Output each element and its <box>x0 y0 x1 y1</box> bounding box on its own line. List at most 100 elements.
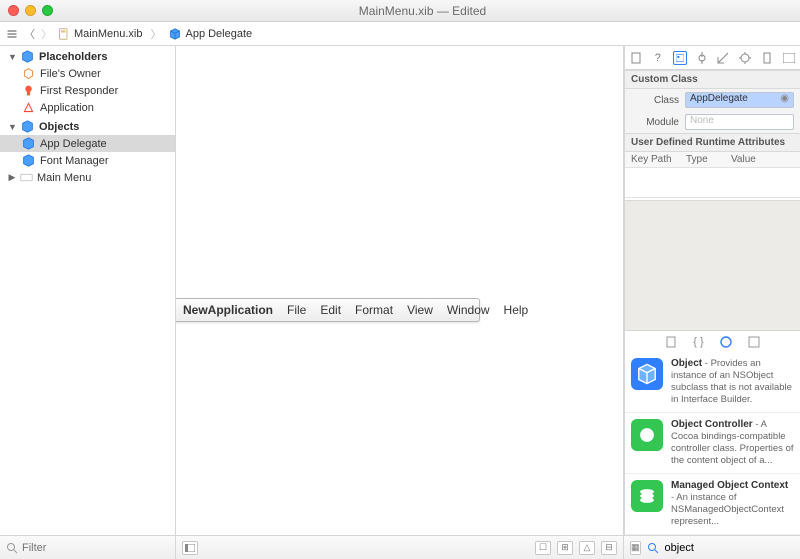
bindings-inspector-tab[interactable] <box>760 51 774 65</box>
col-value[interactable]: Value <box>731 154 756 165</box>
size-inspector-tab[interactable] <box>716 51 730 65</box>
outline-filter-input[interactable] <box>22 542 169 554</box>
class-label: Class <box>631 95 679 106</box>
identity-inspector-tab[interactable] <box>673 51 687 65</box>
cube-icon <box>21 50 34 63</box>
mock-menu-app[interactable]: NewApplication <box>183 303 273 317</box>
runtime-attrs-table[interactable] <box>625 168 800 198</box>
library-item-text: Managed Object Context - An instance of … <box>671 480 794 528</box>
attributes-inspector-tab[interactable] <box>695 51 709 65</box>
cube-icon <box>169 28 181 40</box>
application-icon <box>22 101 35 114</box>
context-stack-icon <box>631 480 663 512</box>
outline-item-app-delegate[interactable]: App Delegate <box>0 135 175 152</box>
outline-item-files-owner[interactable]: File's Owner <box>0 65 175 82</box>
resizing-tool-button[interactable]: ⊟ <box>601 541 617 555</box>
col-type[interactable]: Type <box>686 154 731 165</box>
outline-item-label: App Delegate <box>40 138 107 150</box>
library-item[interactable]: Object Controller - A Cocoa bindings-com… <box>625 413 800 474</box>
controller-icon <box>631 419 663 451</box>
module-label: Module <box>631 117 679 128</box>
effects-inspector-tab[interactable] <box>782 51 796 65</box>
outline-item-label: Main Menu <box>37 172 91 184</box>
mock-menu-item[interactable]: Edit <box>320 303 341 317</box>
quick-help-tab[interactable]: ? <box>651 51 665 65</box>
class-field[interactable]: AppDelegate◉ <box>685 92 794 108</box>
window-title: MainMenu.xib — Edited <box>53 4 792 18</box>
library-item[interactable]: Object - Provides an instance of an NSOb… <box>625 352 800 413</box>
ib-canvas[interactable]: NewApplication File Edit Format View Win… <box>176 46 624 535</box>
outline-item-application[interactable]: Application <box>0 99 175 116</box>
cube-icon <box>22 154 35 167</box>
canvas-bottom-bar: ☐ ⊞ △ ⊟ <box>176 536 624 559</box>
object-library-list[interactable]: Object - Provides an instance of an NSOb… <box>625 352 800 535</box>
jump-bar-file[interactable]: MainMenu.xib <box>58 28 142 40</box>
minimize-window-button[interactable] <box>25 5 36 16</box>
badge-icon <box>22 84 35 97</box>
inspectors-panel: ? Custom Class Class AppDelegate◉ Module… <box>624 46 800 535</box>
media-library-tab[interactable] <box>748 336 760 348</box>
forward-button[interactable]: 〉 <box>41 26 52 42</box>
cube-icon <box>21 120 34 133</box>
disclosure-triangle-icon[interactable]: ▼ <box>8 122 16 132</box>
outline-item-label: First Responder <box>40 85 118 97</box>
filter-icon <box>647 542 659 554</box>
resolve-issues-button[interactable]: △ <box>579 541 595 555</box>
library-item[interactable]: Managed Object Context - An instance of … <box>625 474 800 535</box>
zoom-window-button[interactable] <box>42 5 53 16</box>
object-library-tab[interactable] <box>720 336 732 348</box>
disclosure-triangle-icon[interactable]: ▼ <box>8 52 16 62</box>
jump-bar: 〈 〉 MainMenu.xib 〉 App Delegate <box>0 22 800 46</box>
cube-icon <box>631 358 663 390</box>
col-keypath[interactable]: Key Path <box>631 154 686 165</box>
pin-tool-button[interactable]: ⊞ <box>557 541 573 555</box>
section-label: Placeholders <box>39 51 107 63</box>
outline-item-label: Application <box>40 102 94 114</box>
jump-bar-object[interactable]: App Delegate <box>169 28 252 40</box>
outline-item-main-menu[interactable]: ▶ Main Menu <box>0 169 175 186</box>
group-runtime-attrs: User Defined Runtime Attributes <box>625 133 800 152</box>
file-templates-tab[interactable] <box>665 336 677 348</box>
close-window-button[interactable] <box>8 5 19 16</box>
outline-section-objects[interactable]: ▼ Objects <box>0 116 175 135</box>
outline-item-label: File's Owner <box>40 68 101 80</box>
code-snippets-tab[interactable]: { } <box>693 336 703 348</box>
window-titlebar: MainMenu.xib — Edited <box>0 0 800 22</box>
mock-menu-bar[interactable]: NewApplication File Edit Format View Win… <box>176 298 480 322</box>
module-field[interactable]: None <box>685 114 794 130</box>
outline-item-label: Font Manager <box>40 155 108 167</box>
toggle-outline-button[interactable] <box>182 541 198 555</box>
mock-menu-item[interactable]: Window <box>447 303 490 317</box>
connections-inspector-tab[interactable] <box>738 51 752 65</box>
library-item-text: Object - Provides an instance of an NSOb… <box>671 358 794 406</box>
align-tool-button[interactable]: ☐ <box>535 541 551 555</box>
mock-menu-item[interactable]: Help <box>504 303 529 317</box>
outline-filter-bar <box>0 536 176 559</box>
runtime-attrs-columns: Key Path Type Value <box>625 152 800 168</box>
library-filter-input[interactable] <box>665 542 800 554</box>
disclosure-triangle-icon[interactable]: ▶ <box>8 172 16 183</box>
related-items-button[interactable] <box>6 28 18 40</box>
document-outline: ▼ Placeholders File's Owner First Respon… <box>0 46 176 535</box>
cube-outline-icon <box>22 67 35 80</box>
back-button[interactable]: 〈 <box>24 26 35 42</box>
filter-icon <box>6 542 18 554</box>
mock-menu-item[interactable]: File <box>287 303 306 317</box>
file-inspector-tab[interactable] <box>629 51 643 65</box>
library-filter-bar: ▦ <box>624 536 800 559</box>
library-tab-bar: { } <box>625 330 800 352</box>
cube-icon <box>22 137 35 150</box>
library-grid-view-button[interactable]: ▦ <box>630 541 641 555</box>
outline-item-font-manager[interactable]: Font Manager <box>0 152 175 169</box>
outline-item-first-responder[interactable]: First Responder <box>0 82 175 99</box>
mock-menu-item[interactable]: Format <box>355 303 393 317</box>
section-label: Objects <box>39 121 79 133</box>
group-custom-class: Custom Class <box>625 70 800 89</box>
inspector-flex-spacer <box>625 200 800 331</box>
xib-file-icon <box>58 28 70 40</box>
outline-section-placeholders[interactable]: ▼ Placeholders <box>0 46 175 65</box>
mock-menu-item[interactable]: View <box>407 303 433 317</box>
library-item-text: Object Controller - A Cocoa bindings-com… <box>671 419 794 467</box>
bottom-toolbar: ☐ ⊞ △ ⊟ ▦ <box>0 535 800 559</box>
jump-bar-object-label: App Delegate <box>185 28 252 40</box>
